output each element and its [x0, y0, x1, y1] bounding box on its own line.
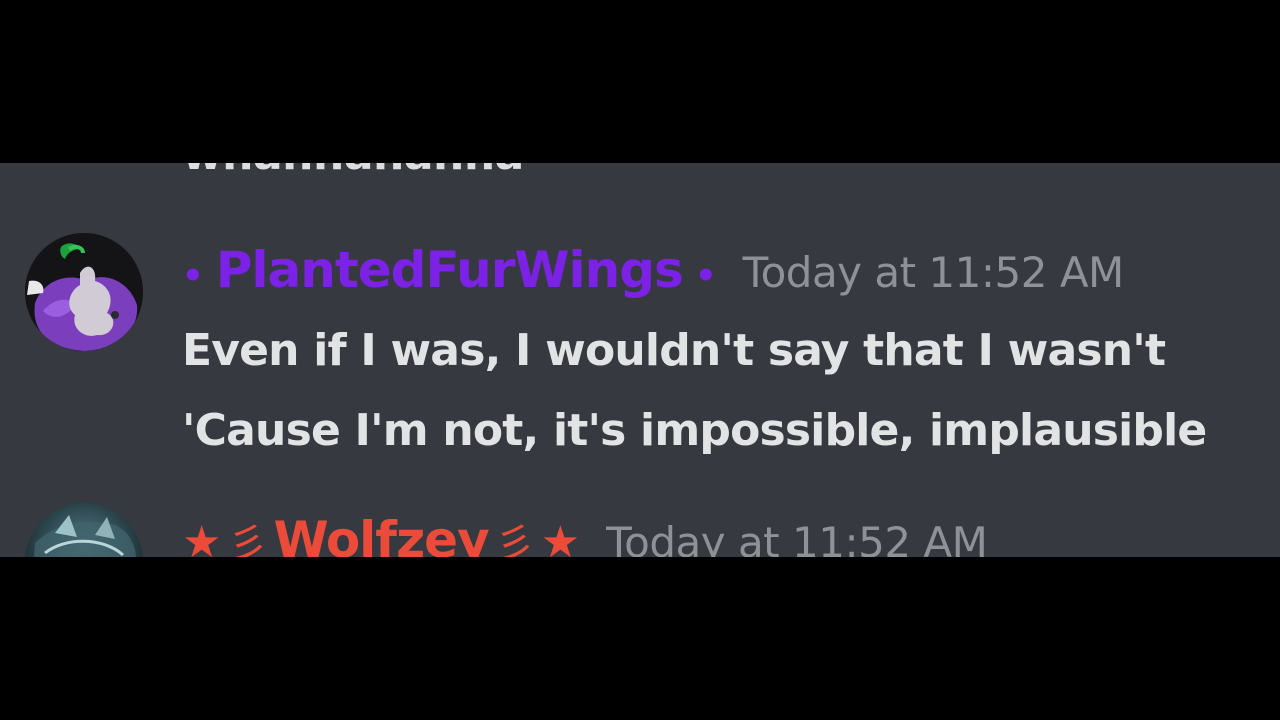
letterbox-bottom-bar	[0, 557, 1280, 720]
username-star-right: ★	[540, 517, 581, 557]
letterbox-top-bar	[0, 0, 1280, 163]
wolf-avatar-icon	[34, 515, 136, 557]
message-header: ★ 彡 Wolfzey 彡 ★ Today at 11:52 AM	[182, 511, 988, 557]
purple-creature-avatar-icon	[25, 233, 143, 351]
message-content-line: 'Cause I'm not, it's impossible, implaus…	[182, 405, 1207, 456]
message-timestamp[interactable]: Today at 11:52 AM	[743, 248, 1125, 297]
avatar[interactable]	[25, 233, 143, 351]
message-timestamp[interactable]: Today at 11:52 AM	[606, 518, 988, 557]
chat-message-list[interactable]: whahhahahha • PlantedFurWings • Today at…	[0, 163, 1280, 557]
username-decoration-right: 彡	[494, 521, 535, 557]
username-decoration-left: •	[182, 256, 204, 296]
username[interactable]: Wolfzey	[273, 511, 489, 557]
username[interactable]: PlantedFurWings	[216, 241, 684, 299]
username-decoration-left: 彡	[227, 521, 268, 557]
message-content-line: Even if I was, I wouldn't say that I was…	[182, 325, 1166, 376]
username-decoration-right: •	[694, 256, 717, 296]
username-star-left: ★	[182, 517, 222, 557]
avatar[interactable]	[25, 503, 143, 557]
previous-message-text: whahhahahha	[182, 163, 524, 180]
message-header: • PlantedFurWings • Today at 11:52 AM	[182, 241, 1124, 313]
